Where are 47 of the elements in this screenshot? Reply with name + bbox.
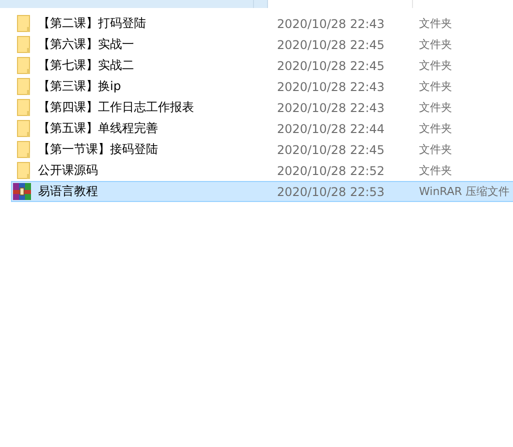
file-row[interactable]: 【第三课】换ip 2020/10/28 22:43 文件夹: [11, 76, 513, 97]
file-name: 【第四课】工作日志工作报表: [38, 99, 195, 116]
modified-date: 2020/10/28 22:43: [277, 100, 386, 114]
modified-date: 2020/10/28 22:43: [277, 80, 386, 94]
file-name: 公开课源码: [38, 162, 99, 179]
modified-date: 2020/10/28 22:45: [277, 38, 386, 52]
file-row[interactable]: 【第一节课】接码登陆 2020/10/28 22:45 文件夹: [11, 139, 513, 160]
file-row[interactable]: 【第二课】打码登陆 2020/10/28 22:43 文件夹: [11, 13, 513, 34]
file-row[interactable]: 【第五课】单线程完善 2020/10/28 22:44 文件夹: [11, 118, 513, 139]
file-type: 文件夹: [419, 100, 453, 115]
folder-icon: [17, 78, 30, 95]
file-row[interactable]: 公开课源码 2020/10/28 22:52 文件夹: [11, 160, 513, 181]
file-type: WinRAR 压缩文件: [419, 184, 511, 199]
archive-icon: [13, 183, 31, 200]
file-type: 文件夹: [419, 16, 453, 31]
folder-icon: [17, 99, 30, 116]
file-type: 文件夹: [419, 142, 453, 157]
folder-icon: [17, 15, 30, 32]
file-name: 易语言教程: [38, 183, 99, 200]
file-type: 文件夹: [419, 37, 453, 52]
folder-icon: [17, 141, 30, 158]
modified-date: 2020/10/28 22:44: [277, 122, 386, 136]
file-type: 文件夹: [419, 79, 453, 94]
file-row[interactable]: 【第七课】实战二 2020/10/28 22:45 文件夹: [11, 55, 513, 76]
modified-date: 2020/10/28 22:45: [277, 58, 386, 72]
file-row[interactable]: 【第四课】工作日志工作报表 2020/10/28 22:43 文件夹: [11, 97, 513, 118]
file-name: 【第一节课】接码登陆: [38, 141, 159, 158]
folder-icon: [17, 36, 30, 53]
folder-icon: [17, 162, 30, 179]
modified-date: 2020/10/28 22:43: [277, 16, 386, 30]
modified-date: 2020/10/28 22:45: [277, 142, 386, 156]
file-name: 【第五课】单线程完善: [38, 120, 159, 137]
file-name: 【第二课】打码登陆: [38, 15, 147, 32]
column-header[interactable]: [0, 0, 254, 8]
column-header[interactable]: [254, 0, 268, 8]
modified-date: 2020/10/28 22:52: [277, 164, 386, 178]
file-name: 【第三课】换ip: [38, 78, 122, 95]
modified-date: 2020/10/28 22:53: [277, 184, 386, 198]
file-row[interactable]: 【第六课】实战一 2020/10/28 22:45 文件夹: [11, 34, 513, 55]
file-name: 【第六课】实战一: [38, 36, 135, 53]
file-type: 文件夹: [419, 58, 453, 73]
file-row[interactable]: 易语言教程 2020/10/28 22:53 WinRAR 压缩文件: [11, 181, 513, 202]
file-type: 文件夹: [419, 163, 453, 178]
file-name: 【第七课】实战二: [38, 57, 135, 74]
folder-icon: [17, 120, 30, 137]
file-type: 文件夹: [419, 121, 453, 136]
folder-icon: [17, 57, 30, 74]
